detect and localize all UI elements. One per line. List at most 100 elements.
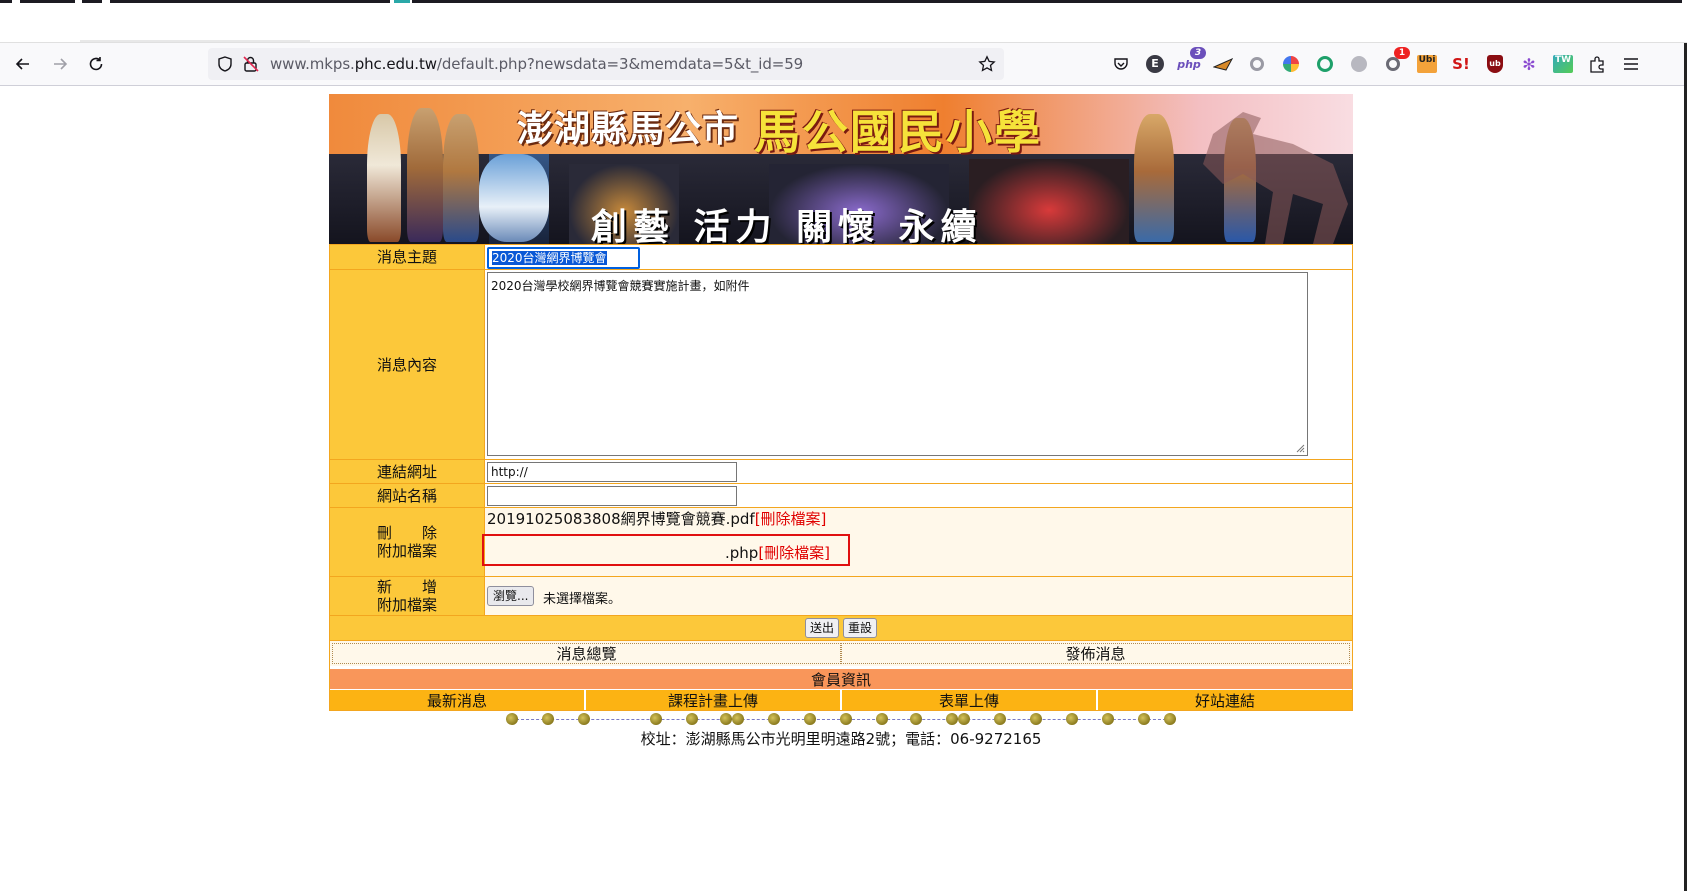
attachment-2: .php[刪除檔案] (725, 542, 830, 563)
ubi-extension-icon[interactable]: Ubi (1416, 53, 1438, 75)
insecure-lock-icon[interactable] (242, 55, 260, 73)
link-url-input[interactable]: http:// (487, 462, 737, 482)
page-content: 澎湖縣馬公市 馬公國民小學 創藝 活力 關懷 永續 消息主題 2020台灣網界博… (329, 94, 1353, 749)
no-file-selected-text: 未選擇檔案。 (543, 592, 622, 607)
divider-knot (958, 713, 970, 725)
add-attachment-label: 新 增 附加檔案 (330, 577, 485, 615)
content-row: 消息內容 2020台灣學校網界博覽會競賽實施計畫，如附件 (330, 269, 1352, 459)
e-extension-icon[interactable]: E (1144, 53, 1166, 75)
news-edit-form: 消息主題 2020台灣網界博覽會 消息內容 2020台灣學校網界博覽會競賽實施計… (329, 244, 1353, 711)
content-textarea[interactable]: 2020台灣學校網界博覽會競賽實施計畫，如附件 (487, 272, 1308, 456)
divider-knot (732, 713, 744, 725)
ublock-icon[interactable]: ub (1484, 53, 1506, 75)
tab-edge (20, 0, 75, 3)
palette-extension-icon[interactable] (1280, 53, 1302, 75)
tab-edge (0, 0, 12, 3)
menu-good-links[interactable]: 好站連結 (1098, 690, 1352, 710)
divider-knot (876, 713, 888, 725)
glider-extension-icon[interactable] (1212, 53, 1234, 75)
bookmark-star-icon[interactable] (978, 55, 996, 73)
add-attachment-row: 新 增 附加檔案 瀏覽... 未選擇檔案。 (330, 576, 1352, 615)
gear-extension-badge: 1 (1394, 47, 1410, 59)
site-name-cell (485, 484, 1352, 507)
divider-knot (768, 713, 780, 725)
divider-knot (804, 713, 816, 725)
subject-input[interactable]: 2020台灣網界博覽會 (487, 247, 640, 269)
ublock-glyph: ub (1487, 55, 1503, 73)
tw-extension-icon[interactable]: TW (1552, 53, 1574, 75)
submit-button[interactable]: 送出 (804, 618, 839, 638)
forward-arrow-icon (54, 58, 68, 70)
link-url-input-value: http:// (491, 465, 528, 479)
site-name-label: 網站名稱 (330, 484, 485, 507)
banner-figure (367, 114, 401, 242)
banner-figure (479, 154, 549, 242)
decorative-divider (506, 713, 1176, 732)
attachment-1: 20191025083808網界博覽會競賽.pdf[刪除檔案] (487, 508, 826, 529)
form-actions: 送出 重設 (330, 615, 1352, 640)
horse-silhouette (1203, 112, 1348, 244)
site-name-row: 網站名稱 (330, 483, 1352, 507)
member-info-bar[interactable]: 會員資訊 (330, 666, 1352, 689)
delete-label-line1: 刪 除 (376, 524, 437, 542)
url-text[interactable]: www.mkps.phc.edu.tw/default.php?newsdata… (270, 55, 803, 73)
menu-course-plan-upload[interactable]: 課程計畫上傳 (586, 690, 842, 710)
pocket-icon[interactable] (1110, 53, 1132, 75)
shield-icon[interactable] (216, 55, 234, 73)
news-subnav: 消息總覽 發佈消息 (330, 640, 1352, 666)
subject-input-value: 2020台灣網界博覽會 (492, 251, 607, 265)
banner-figure (1134, 114, 1174, 242)
divider-knot (650, 713, 662, 725)
add-label-line2: 附加檔案 (376, 596, 437, 614)
publish-news-link[interactable]: 發佈消息 (841, 643, 1350, 664)
gray-asterisk-extension-icon[interactable] (1348, 53, 1370, 75)
tab-edge (110, 0, 390, 3)
divider-knot (506, 713, 518, 725)
forward-button[interactable] (46, 50, 74, 78)
browse-file-button[interactable]: 瀏覽... (487, 586, 535, 606)
delete-label-line2: 附加檔案 (376, 542, 437, 560)
php-extension-badge: 3 (1190, 47, 1206, 59)
resize-grip-icon[interactable] (1295, 443, 1305, 453)
tab-strip (0, 0, 1687, 43)
active-tab[interactable] (80, 40, 310, 42)
s-extension-glyph: S! (1452, 55, 1470, 73)
tab-edge (394, 0, 410, 3)
circle-extension-icon[interactable] (1246, 53, 1268, 75)
attachment-2-delete-link[interactable]: [刪除檔案] (758, 544, 830, 562)
delete-attachments-label: 刪 除 附加檔案 (330, 508, 485, 576)
flower-extension-icon[interactable]: ✻ (1518, 53, 1540, 75)
back-button[interactable] (9, 50, 37, 78)
attachment-1-delete-link[interactable]: [刪除檔案] (755, 510, 827, 528)
reload-button[interactable] (82, 50, 110, 78)
url-path: /default.php?newsdata=3&memdata=5&t_id=5… (436, 55, 804, 73)
subject-cell: 2020台灣網界博覽會 (485, 245, 1352, 269)
puzzle-extensions-icon[interactable] (1586, 53, 1608, 75)
reset-button[interactable]: 重設 (843, 618, 878, 638)
menu-form-upload[interactable]: 表單上傳 (842, 690, 1098, 710)
divider-knot (1030, 713, 1042, 725)
menu-latest-news[interactable]: 最新消息 (330, 690, 586, 710)
divider-knot (1164, 713, 1176, 725)
php-extension-glyph: php (1177, 57, 1201, 71)
green-extension-icon[interactable] (1314, 53, 1336, 75)
extensions-area: E php 3 1 Ubi S! ub ✻ TW (1100, 47, 1680, 75)
subject-label: 消息主題 (330, 245, 485, 269)
s-extension-icon[interactable]: S! (1450, 53, 1472, 75)
address-bar[interactable]: www.mkps.phc.edu.tw/default.php?newsdata… (208, 48, 1004, 80)
divider-knot (686, 713, 698, 725)
divider-knot (994, 713, 1006, 725)
site-name-input[interactable] (487, 486, 737, 506)
php-extension-icon[interactable]: php 3 (1177, 47, 1206, 75)
divider-knot (1102, 713, 1114, 725)
attachment-1-name: 20191025083808網界博覽會競賽.pdf (487, 510, 755, 528)
content-label: 消息內容 (330, 270, 485, 459)
attachment-2-name: .php (725, 544, 759, 562)
gear-extension-icon[interactable]: 1 (1382, 47, 1410, 75)
link-cell: http:// (485, 460, 1352, 483)
news-overview-link[interactable]: 消息總覽 (332, 643, 841, 664)
divider-knot (720, 713, 732, 725)
link-row: 連結網址 http:// (330, 459, 1352, 483)
delete-attachments-row: 刪 除 附加檔案 20191025083808網界博覽會競賽.pdf[刪除檔案]… (330, 507, 1352, 576)
hamburger-menu-icon[interactable] (1620, 53, 1642, 75)
